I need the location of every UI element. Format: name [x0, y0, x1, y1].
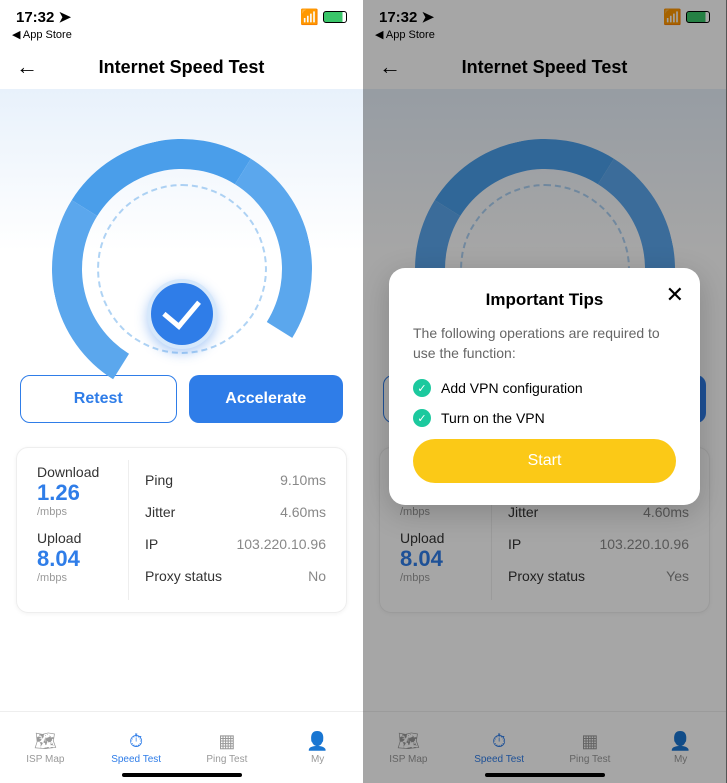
tab-label: Ping Test — [569, 754, 610, 765]
tab-icon: ▦ — [579, 730, 601, 752]
stat-value: 103.220.10.96 — [599, 536, 689, 552]
tab-label: ISP Map — [389, 754, 427, 765]
home-indicator — [122, 773, 242, 777]
tab-icon: 🗺 — [397, 730, 419, 752]
battery-icon — [323, 11, 347, 23]
modal-title: Important Tips — [413, 290, 676, 310]
clock: 17:32 ➤ — [16, 8, 71, 26]
tip-item: ✓Add VPN configuration — [413, 379, 676, 397]
stat-key: Jitter — [145, 504, 175, 520]
stat-value: Yes — [666, 568, 689, 584]
back-arrow-icon[interactable]: ← — [16, 54, 38, 80]
tab-label: ISP Map — [26, 754, 64, 765]
clock: 17:32 ➤ — [379, 8, 434, 26]
tab-isp-map[interactable]: 🗺 ISP Map — [0, 712, 91, 783]
start-button[interactable]: Start — [413, 439, 676, 483]
tab-label: Ping Test — [206, 754, 247, 765]
stat-row: IP 103.220.10.96 — [145, 528, 326, 560]
wifi-icon: 📶 — [300, 8, 319, 26]
tips-modal: ✕ Important Tips The following operation… — [389, 268, 700, 505]
tip-item: ✓Turn on the VPN — [413, 409, 676, 427]
tab-ping-test[interactable]: ▦ Ping Test — [545, 712, 636, 783]
tab-label: Speed Test — [474, 754, 524, 765]
stat-value: 4.60ms — [280, 504, 326, 520]
tab-icon: ⏱ — [125, 730, 147, 752]
gauge-status-icon — [147, 279, 217, 349]
tab-label: My — [311, 754, 324, 765]
stat-key: Proxy status — [508, 568, 585, 584]
stat-row: Ping 9.10ms — [145, 464, 326, 496]
tab-label: Speed Test — [111, 754, 161, 765]
tab-icon: 👤 — [670, 730, 692, 752]
tab-icon: 🗺 — [34, 730, 56, 752]
stat-key: Ping — [145, 472, 173, 488]
tab-bar: 🗺 ISP Map ⏱ Speed Test ▦ Ping Test 👤 My — [363, 711, 726, 783]
gauge — [0, 89, 363, 359]
check-icon: ✓ — [413, 379, 431, 397]
stat-key: IP — [145, 536, 158, 552]
status-bar: 17:32 ➤ 📶 — [0, 0, 363, 28]
home-indicator — [485, 773, 605, 777]
tab-icon: ▦ — [216, 730, 238, 752]
stat-row: IP 103.220.10.96 — [508, 528, 689, 560]
stat-value: 4.60ms — [643, 504, 689, 520]
tab-my[interactable]: 👤 My — [635, 712, 726, 783]
close-icon[interactable]: ✕ — [666, 282, 684, 308]
stat-key: Jitter — [508, 504, 538, 520]
modal-subtitle: The following operations are required to… — [413, 324, 676, 363]
wifi-icon: 📶 — [663, 8, 682, 26]
upload-metric: Upload 8.04 /mbps — [37, 530, 120, 584]
download-metric: Download 1.26 /mbps — [37, 464, 120, 518]
stat-value: 9.10ms — [280, 472, 326, 488]
back-to-app[interactable]: ◀ App Store — [0, 28, 363, 45]
page-title: Internet Speed Test — [99, 57, 265, 78]
results-card: Download 1.26 /mbps Upload 8.04 /mbps Pi… — [16, 447, 347, 613]
stat-value: 103.220.10.96 — [236, 536, 326, 552]
check-icon: ✓ — [413, 409, 431, 427]
tab-isp-map[interactable]: 🗺 ISP Map — [363, 712, 454, 783]
upload-metric: Upload 8.04 /mbps — [400, 530, 483, 584]
tab-icon: ⏱ — [488, 730, 510, 752]
back-to-app[interactable]: ◀ App Store — [363, 28, 726, 45]
battery-icon — [686, 11, 710, 23]
stat-row: Jitter 4.60ms — [145, 496, 326, 528]
stat-key: Proxy status — [145, 568, 222, 584]
status-bar: 17:32 ➤ 📶 — [363, 0, 726, 28]
tab-my[interactable]: 👤 My — [272, 712, 363, 783]
stat-key: IP — [508, 536, 521, 552]
page-title: Internet Speed Test — [462, 57, 628, 78]
tab-label: My — [674, 754, 687, 765]
stat-row: Proxy status Yes — [508, 560, 689, 592]
stat-value: No — [308, 568, 326, 584]
stat-row: Proxy status No — [145, 560, 326, 592]
tab-icon: 👤 — [307, 730, 329, 752]
tab-speed-test[interactable]: ⏱ Speed Test — [454, 712, 545, 783]
back-arrow-icon[interactable]: ← — [379, 54, 401, 80]
